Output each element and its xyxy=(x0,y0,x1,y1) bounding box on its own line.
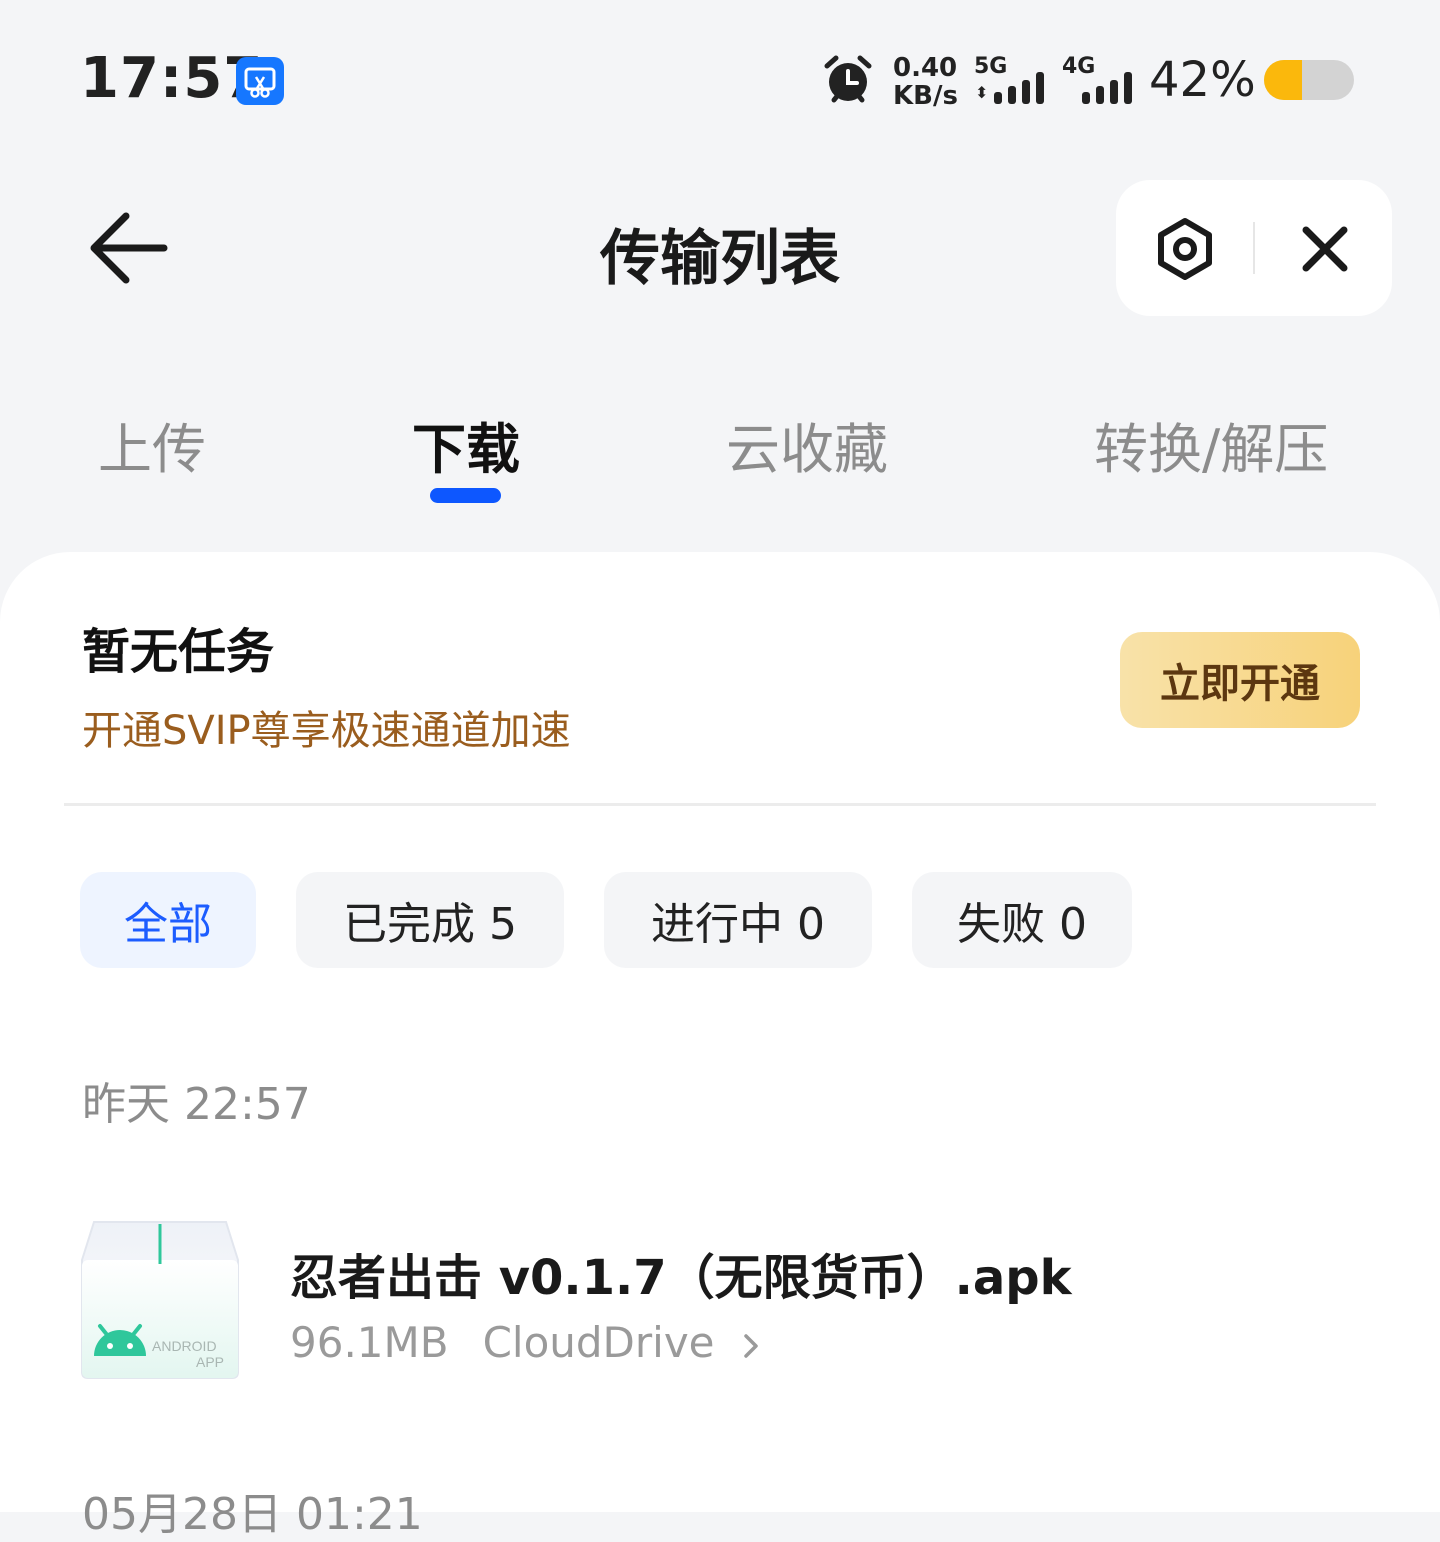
tab-cloud-favorites[interactable]: 云收藏 xyxy=(726,405,888,484)
group-date: 05月28日 01:21 xyxy=(82,1489,423,1540)
filter-in-progress[interactable]: 进行中 0 xyxy=(604,872,872,968)
tab-download[interactable]: 下载 xyxy=(412,405,520,484)
signal-icon: 5G ⬍ xyxy=(972,54,1050,106)
status-bar: 17:57 0.40 KB/s 5G ⬍ 4G 42% xyxy=(0,0,1440,160)
file-location-link[interactable]: CloudDrive xyxy=(483,1318,715,1367)
section-divider xyxy=(64,803,1376,806)
alarm-icon xyxy=(822,54,874,106)
settings-button[interactable] xyxy=(1150,214,1220,284)
app-icon-label: APP xyxy=(196,1354,225,1370)
svip-promo-text: 开通SVIP尊享极速通道加速 xyxy=(82,708,571,754)
settings-icon xyxy=(1158,218,1212,280)
network-speed-unit: KB/s xyxy=(893,81,958,111)
signal-5g-label: 5G xyxy=(974,54,1008,79)
file-list-item[interactable]: ANDROID APP 忍者出击 v0.1.7（无限货币）.apk 96.1MB… xyxy=(80,1210,1380,1390)
battery-level xyxy=(1264,60,1302,100)
tab-upload[interactable]: 上传 xyxy=(98,405,206,484)
empty-task-title: 暂无任务 xyxy=(82,624,275,680)
header-actions xyxy=(1116,180,1392,316)
filter-completed[interactable]: 已完成 5 xyxy=(296,872,564,968)
android-app-icon: ANDROID APP xyxy=(80,1220,240,1380)
filter-all[interactable]: 全部 xyxy=(80,872,256,968)
svip-subscribe-button[interactable]: 立即开通 xyxy=(1120,632,1360,728)
file-size: 96.1MB xyxy=(290,1318,449,1367)
battery-icon xyxy=(1264,60,1354,100)
close-button[interactable] xyxy=(1290,214,1360,284)
screen-cast-icon xyxy=(236,57,284,105)
data-arrows-icon: ⬍ xyxy=(975,83,989,102)
active-tab-indicator xyxy=(430,488,501,503)
filter-failed[interactable]: 失败 0 xyxy=(912,872,1132,968)
chevron-right-icon xyxy=(744,1333,758,1358)
header-divider xyxy=(1253,222,1255,274)
signal-icon: 4G xyxy=(1060,54,1138,106)
group-date: 昨天 22:57 xyxy=(82,1079,311,1130)
file-name: 忍者出击 v0.1.7（无限货币）.apk xyxy=(290,1250,1072,1306)
android-icon-label: ANDROID xyxy=(152,1338,217,1354)
file-meta: 96.1MB CloudDrive xyxy=(290,1318,764,1367)
network-speed-value: 0.40 xyxy=(893,53,958,83)
close-icon xyxy=(1302,226,1348,272)
signal-4g-label: 4G xyxy=(1062,54,1096,79)
network-speed: 0.40 KB/s xyxy=(893,54,963,110)
tab-convert-extract[interactable]: 转换/解压 xyxy=(1094,405,1328,484)
battery-percent: 42% xyxy=(1149,52,1256,108)
